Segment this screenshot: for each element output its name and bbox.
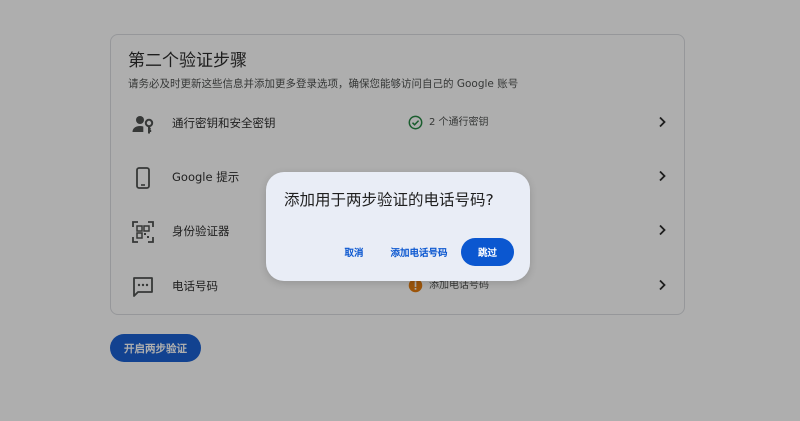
- add-phone-dialog: 添加用于两步验证的电话号码? 取消 添加电话号码 跳过: [266, 172, 530, 281]
- dialog-title: 添加用于两步验证的电话号码?: [284, 191, 494, 209]
- page: 第二个验证步骤 请务必及时更新这些信息并添加更多登录选项，确保您能够访问自己的 …: [0, 0, 800, 421]
- add-phone-button[interactable]: 添加电话号码: [388, 241, 450, 263]
- cancel-button[interactable]: 取消: [342, 241, 366, 263]
- skip-button[interactable]: 跳过: [461, 238, 514, 266]
